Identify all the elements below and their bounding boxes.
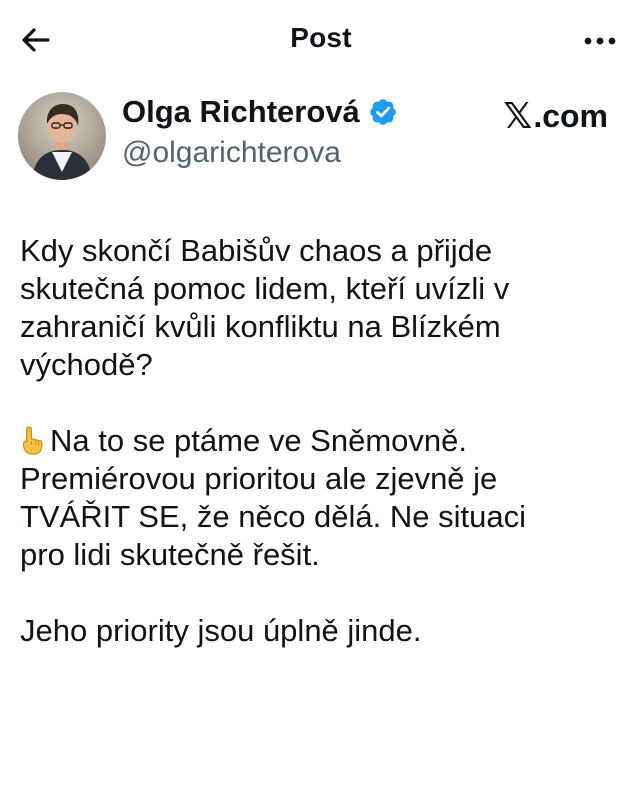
post-paragraph-1: Kdy skončí Babišův chaos a přijde skuteč…	[20, 233, 510, 382]
name-row: Olga Richterová	[122, 92, 398, 132]
post-text: Kdy skončí Babišův chaos a přijde skuteč…	[20, 232, 630, 688]
x-logo-icon: 𝕏	[503, 95, 533, 137]
verified-badge-icon	[368, 97, 398, 127]
post-author: Olga Richterová @olgarichterova 𝕏 .com	[0, 84, 642, 184]
more-horizontal-icon	[580, 26, 620, 56]
brand-suffix: .com	[533, 97, 608, 134]
avatar[interactable]	[18, 92, 106, 180]
post-paragraph-3: Jeho priority jsou úplně jinde.	[20, 613, 422, 648]
post-paragraph-2-text: Na to se ptáme ve Sněmovně. Premiérovou …	[20, 423, 526, 572]
more-options-button[interactable]	[580, 26, 620, 56]
user-handle[interactable]: @olgarichterova	[122, 136, 341, 170]
index-pointing-up-icon	[20, 425, 44, 455]
display-name[interactable]: Olga Richterová	[122, 94, 360, 130]
page-title: Post	[290, 22, 352, 53]
x-brand-logo: 𝕏 .com	[503, 95, 608, 137]
post-paragraph-2: Na to se ptáme ve Sněmovně. Premiérovou …	[20, 422, 630, 574]
top-bar: Post	[0, 0, 642, 78]
